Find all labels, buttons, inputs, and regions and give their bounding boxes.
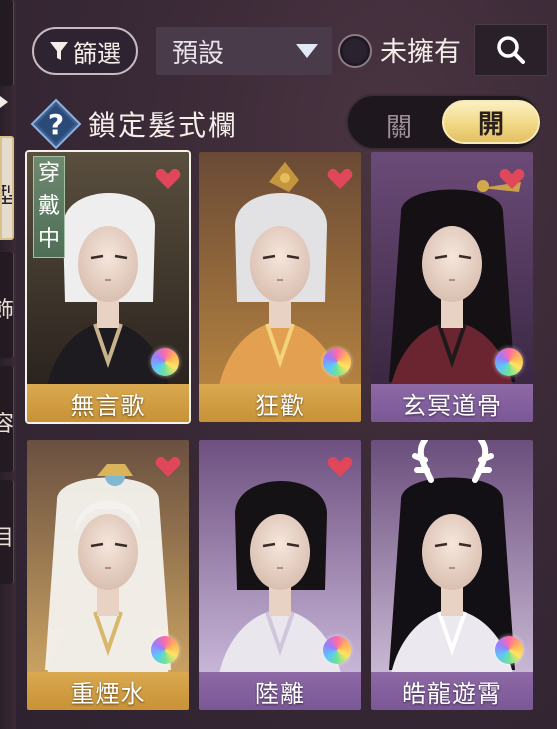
heart-icon[interactable] <box>327 456 353 478</box>
unowned-radio[interactable] <box>338 34 372 68</box>
side-tab-label: 飾 <box>0 292 13 324</box>
side-tab-strip <box>0 0 16 729</box>
side-tab-hairstyle[interactable]: 型 <box>0 136 14 240</box>
toggle-on-label: 開 <box>477 109 504 140</box>
wearing-badge: 穿戴中 <box>33 156 65 258</box>
filter-button[interactable]: 篩選 <box>32 27 138 75</box>
heart-icon[interactable] <box>327 168 353 190</box>
toggle-on-pill[interactable]: 開 <box>442 100 540 144</box>
hairstyle-card[interactable]: 重煙水 <box>27 440 189 710</box>
filter-label: 篩選 <box>73 39 121 68</box>
search-button[interactable] <box>474 24 548 76</box>
hairstyle-name: 重煙水 <box>27 672 189 710</box>
dye-orb-icon <box>495 348 523 376</box>
preset-dropdown[interactable]: 預設 <box>156 27 332 75</box>
help-question-icon[interactable]: ? <box>30 98 82 150</box>
side-tab-accessory[interactable]: 飾 <box>0 252 14 358</box>
heart-icon[interactable] <box>155 456 181 478</box>
dye-orb-icon <box>323 636 351 664</box>
hairstyle-name: 皓龍遊霄 <box>371 672 533 710</box>
lock-toggle[interactable]: 關 開 <box>346 94 542 150</box>
side-tab-eyes[interactable]: 目 <box>0 480 14 584</box>
hairstyle-card[interactable]: 玄冥道骨 <box>371 152 533 422</box>
wearing-badge-char: 戴 <box>37 193 60 219</box>
hairstyle-name: 玄冥道骨 <box>371 384 533 422</box>
dye-orb-icon <box>495 636 523 664</box>
heart-icon[interactable] <box>499 168 525 190</box>
side-tab-label: 目 <box>0 520 13 552</box>
search-icon <box>497 36 525 64</box>
hairstyle-name: 狂歡 <box>199 384 361 422</box>
side-tab-label: 型 <box>2 178 12 210</box>
preset-value: 預設 <box>172 38 225 69</box>
dye-orb-icon <box>151 636 179 664</box>
heart-icon[interactable] <box>155 168 181 190</box>
unowned-label[interactable]: 未擁有 <box>380 30 461 69</box>
toggle-off-label[interactable]: 關 <box>386 107 412 144</box>
side-tab-face[interactable]: 容 <box>0 366 14 472</box>
hairstyle-card[interactable]: 皓龍遊霄 <box>371 440 533 710</box>
hairstyle-card[interactable]: 穿戴中無言歌 <box>25 150 191 424</box>
hairstyle-name: 無言歌 <box>27 384 189 422</box>
side-arrow-icon <box>0 96 8 108</box>
hairstyle-card[interactable]: 狂歡 <box>199 152 361 422</box>
wearing-badge-char: 中 <box>37 227 60 253</box>
side-tab-label: 容 <box>0 406 13 438</box>
lock-hairstyle-label: 鎖定髮式欄 <box>88 109 239 142</box>
dye-orb-icon <box>151 348 179 376</box>
hairstyle-name: 陸離 <box>199 672 361 710</box>
wearing-badge-char: 穿 <box>37 160 60 186</box>
dye-orb-icon <box>323 348 351 376</box>
hairstyle-card[interactable]: 陸離 <box>199 440 361 710</box>
funnel-icon <box>50 42 68 60</box>
chevron-down-icon <box>296 44 318 58</box>
side-tab-0[interactable] <box>0 0 14 86</box>
svg-text:?: ? <box>48 108 64 141</box>
